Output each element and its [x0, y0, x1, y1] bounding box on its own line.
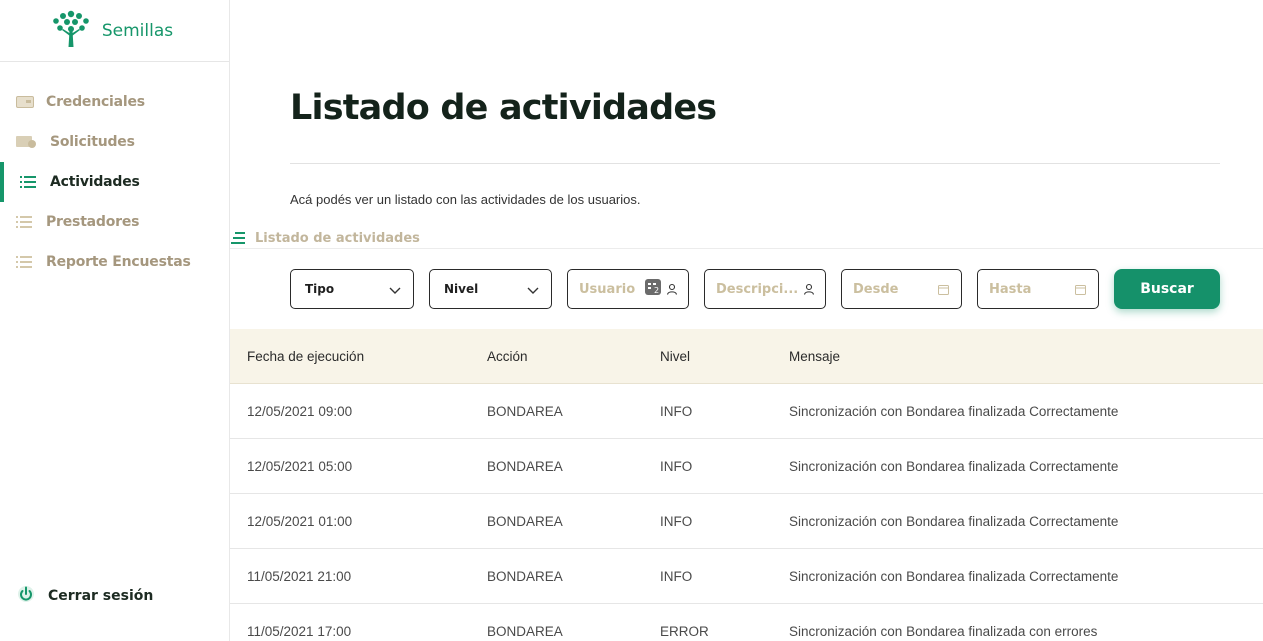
- cell-nivel: INFO: [660, 403, 693, 419]
- usuario-input[interactable]: Usuario 2: [567, 269, 689, 309]
- brand-name: Semillas: [101, 20, 174, 41]
- page-description: Acá podés ver un listado con las activid…: [290, 192, 641, 207]
- cell-mensaje: Sincronización con Bondarea finalizada C…: [789, 568, 1119, 584]
- usuario-placeholder: Usuario: [579, 281, 636, 297]
- activities-table: Fecha de ejecución Acción Nivel Mensaje …: [230, 329, 1263, 641]
- logout-button[interactable]: Cerrar sesión: [16, 584, 153, 608]
- svg-text:2: 2: [654, 286, 659, 295]
- cell-accion: BONDAREA: [487, 458, 563, 474]
- title-divider: [290, 163, 1220, 164]
- table-row[interactable]: 12/05/2021 01:00 BONDAREA INFO Sincroniz…: [230, 494, 1263, 549]
- section-divider: [230, 248, 1263, 249]
- column-header-fecha[interactable]: Fecha de ejecución: [247, 349, 364, 364]
- cell-fecha: 11/05/2021 17:00: [247, 623, 352, 639]
- brand[interactable]: Semillas: [0, 0, 229, 62]
- tipo-select[interactable]: Tipo: [290, 269, 414, 309]
- desde-placeholder: Desde: [853, 281, 899, 297]
- cell-nivel: INFO: [660, 458, 693, 474]
- sidebar-item-label: Actividades: [50, 174, 140, 190]
- calendar-icon: [1075, 280, 1086, 299]
- credential-card-icon: [16, 96, 38, 108]
- requests-icon: [16, 135, 42, 149]
- cell-accion: BONDAREA: [487, 568, 563, 584]
- cell-nivel: ERROR: [660, 623, 709, 639]
- sidebar-item-prestadores[interactable]: Prestadores: [0, 202, 229, 242]
- cell-mensaje: Sincronización con Bondarea finalizada C…: [789, 513, 1119, 529]
- sidebar-item-label: Prestadores: [46, 214, 140, 230]
- logout-label: Cerrar sesión: [48, 588, 154, 604]
- chevron-down-icon: [389, 280, 401, 299]
- descripcion-input[interactable]: Descripci...: [704, 269, 826, 309]
- nivel-select[interactable]: Nivel: [429, 269, 552, 309]
- cell-fecha: 12/05/2021 01:00: [247, 513, 353, 529]
- cell-nivel: INFO: [660, 513, 693, 529]
- list-icon: [231, 229, 247, 248]
- table-row[interactable]: 12/05/2021 09:00 BONDAREA INFO Sincroniz…: [230, 384, 1263, 439]
- hasta-placeholder: Hasta: [989, 281, 1032, 297]
- cell-accion: BONDAREA: [487, 403, 563, 419]
- sidebar-item-credenciales[interactable]: Credenciales: [0, 82, 229, 122]
- cell-mensaje: Sincronización con Bondarea finalizada c…: [789, 623, 1098, 639]
- section-label: Listado de actividades: [231, 229, 420, 248]
- cell-nivel: INFO: [660, 568, 693, 584]
- page-title: Listado de actividades: [290, 88, 717, 128]
- cell-fecha: 12/05/2021 09:00: [247, 403, 353, 419]
- sidebar-item-label: Reporte Encuestas: [46, 254, 191, 270]
- list-icon: [16, 216, 38, 228]
- cell-accion: BONDAREA: [487, 623, 563, 639]
- table-row[interactable]: 11/05/2021 21:00 BONDAREA INFO Sincroniz…: [230, 549, 1263, 604]
- table-header: Fecha de ejecución Acción Nivel Mensaje: [230, 329, 1263, 384]
- sidebar: Semillas Credenciales Solicitudes Activi…: [0, 0, 230, 641]
- user-icon: [803, 280, 815, 299]
- nivel-select-value: Nivel: [444, 282, 479, 296]
- user-icon: [666, 280, 678, 299]
- chevron-down-icon: [527, 280, 539, 299]
- calendar-icon: [938, 280, 949, 299]
- desde-date-input[interactable]: Desde: [841, 269, 962, 309]
- search-button[interactable]: Buscar: [1114, 269, 1220, 309]
- table-row[interactable]: 12/05/2021 05:00 BONDAREA INFO Sincroniz…: [230, 439, 1263, 494]
- cell-mensaje: Sincronización con Bondarea finalizada C…: [789, 403, 1119, 419]
- table-row[interactable]: 11/05/2021 17:00 BONDAREA ERROR Sincroni…: [230, 604, 1263, 641]
- sidebar-item-reporte-encuestas[interactable]: Reporte Encuestas: [0, 242, 229, 282]
- tipo-select-value: Tipo: [305, 282, 335, 296]
- list-icon: [16, 256, 38, 268]
- sidebar-item-solicitudes[interactable]: Solicitudes: [0, 122, 229, 162]
- list-icon: [20, 176, 42, 188]
- sidebar-item-label: Credenciales: [46, 94, 145, 110]
- cell-fecha: 12/05/2021 05:00: [247, 458, 353, 474]
- hasta-date-input[interactable]: Hasta: [977, 269, 1099, 309]
- section-label-text: Listado de actividades: [255, 231, 420, 246]
- keyboard-icon: 2: [645, 279, 661, 299]
- power-icon: [16, 584, 36, 608]
- column-header-accion[interactable]: Acción: [487, 349, 528, 364]
- sidebar-item-label: Solicitudes: [50, 134, 135, 150]
- column-header-nivel[interactable]: Nivel: [660, 349, 690, 364]
- sidebar-nav: Credenciales Solicitudes Actividades Pre…: [0, 82, 229, 282]
- cell-accion: BONDAREA: [487, 513, 563, 529]
- descripcion-placeholder: Descripci...: [716, 281, 799, 297]
- column-header-mensaje[interactable]: Mensaje: [789, 349, 840, 364]
- cell-fecha: 11/05/2021 21:00: [247, 568, 352, 584]
- tree-logo-icon: [50, 9, 92, 53]
- sidebar-item-actividades[interactable]: Actividades: [0, 162, 229, 202]
- cell-mensaje: Sincronización con Bondarea finalizada C…: [789, 458, 1119, 474]
